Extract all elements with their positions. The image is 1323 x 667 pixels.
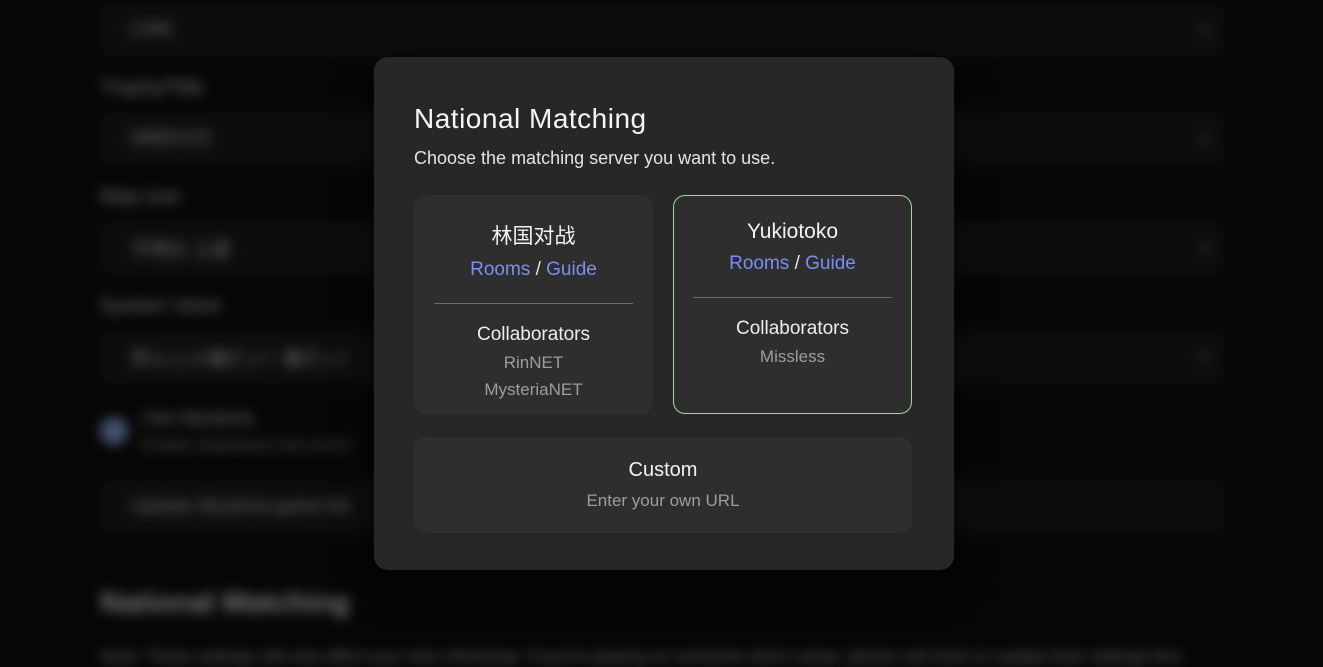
collaborators-label: Collaborators bbox=[674, 318, 911, 340]
server-links: Rooms / Guide bbox=[415, 259, 652, 281]
rooms-link[interactable]: Rooms bbox=[729, 253, 789, 274]
guide-link[interactable]: Guide bbox=[546, 259, 597, 280]
modal-subtitle: Choose the matching server you want to u… bbox=[414, 148, 914, 169]
server-name: 林国对战 bbox=[415, 220, 652, 250]
server-card-linguo[interactable]: 林国对战 Rooms / Guide Collaborators RinNET … bbox=[414, 195, 653, 414]
national-matching-modal: National Matching Choose the matching se… bbox=[374, 57, 954, 570]
server-links: Rooms / Guide bbox=[674, 253, 911, 275]
page: LINK ▾ Trophy/Title MMDX15 ▾ Map icon 不明… bbox=[0, 0, 1323, 667]
divider bbox=[434, 303, 633, 304]
custom-server-card[interactable]: Custom Enter your own URL bbox=[414, 437, 912, 533]
collaborator-name: Missless bbox=[674, 347, 911, 367]
server-card-yukiotoko[interactable]: Yukiotoko Rooms / Guide Collaborators Mi… bbox=[673, 195, 912, 414]
link-separator: / bbox=[795, 253, 800, 274]
guide-link[interactable]: Guide bbox=[805, 253, 856, 274]
link-separator: / bbox=[536, 259, 541, 280]
server-options-row: 林国对战 Rooms / Guide Collaborators RinNET … bbox=[414, 195, 914, 414]
collaborator-name: RinNET bbox=[415, 353, 652, 373]
collaborator-name: MysteriaNET bbox=[415, 380, 652, 400]
rooms-link[interactable]: Rooms bbox=[470, 259, 530, 280]
collaborators-label: Collaborators bbox=[415, 324, 652, 346]
custom-card-subtitle: Enter your own URL bbox=[414, 491, 912, 511]
divider bbox=[693, 297, 892, 298]
custom-card-title: Custom bbox=[414, 459, 912, 482]
modal-title: National Matching bbox=[414, 103, 914, 135]
server-name: Yukiotoko bbox=[674, 220, 911, 244]
